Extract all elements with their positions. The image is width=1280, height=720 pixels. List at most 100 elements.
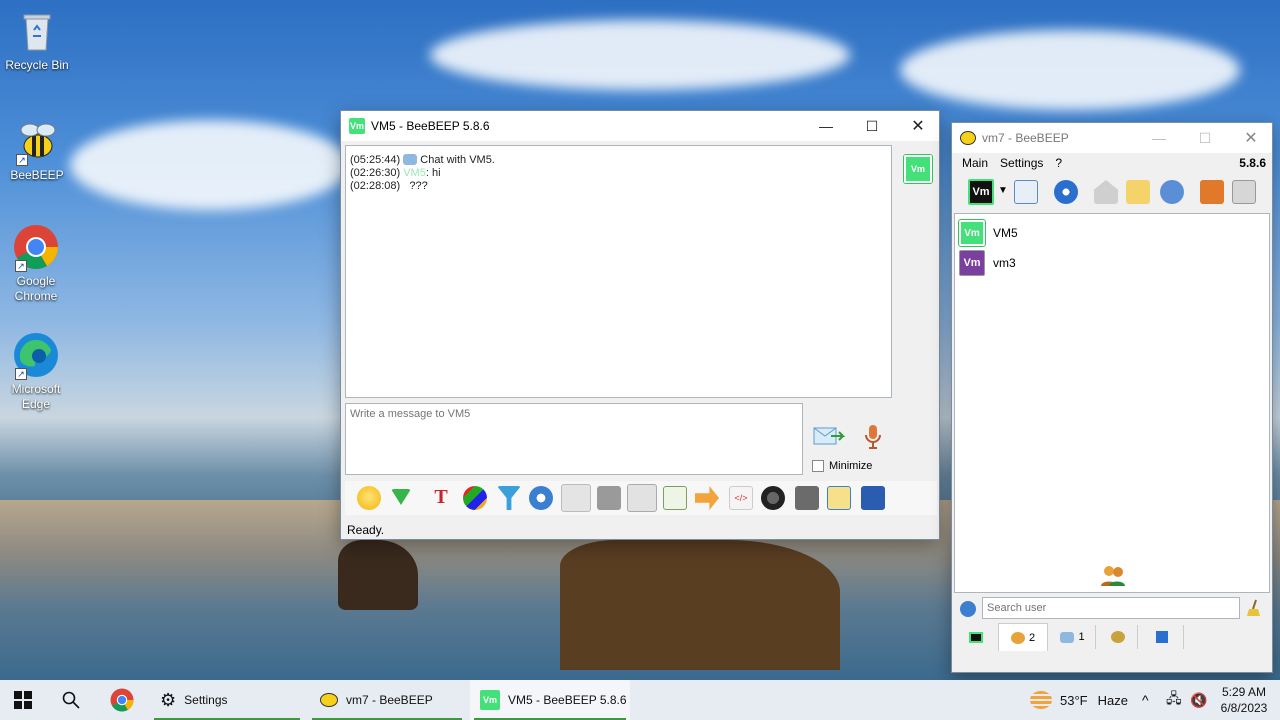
maximize-button[interactable]: ☐ xyxy=(849,111,895,141)
spellcheck-icon[interactable] xyxy=(561,484,591,512)
weather-desc: Haze xyxy=(1097,692,1128,708)
tab-groups[interactable] xyxy=(1098,625,1138,649)
close-button[interactable]: ✕ xyxy=(1228,123,1274,153)
color-icon[interactable] xyxy=(463,486,487,510)
chat-titlebar[interactable]: Vm VM5 - BeeBEEP 5.8.6 — ☐ ✕ xyxy=(341,111,939,141)
send-icon[interactable] xyxy=(813,425,846,447)
emoticon-menu-icon[interactable] xyxy=(391,489,411,505)
filter-icon[interactable] xyxy=(497,486,521,510)
taskbar-vm5[interactable]: Vm VM5 - BeeBEEP 5.8.6 xyxy=(470,680,630,720)
minimize-checkbox-row[interactable]: Minimize xyxy=(812,460,872,472)
app-icon: Vm xyxy=(480,690,500,710)
menu-settings[interactable]: Settings xyxy=(1000,156,1043,170)
edit-icon[interactable] xyxy=(827,486,851,510)
taskbar-vm7[interactable]: vm7 - BeeBEEP xyxy=(308,680,466,720)
save-icon[interactable] xyxy=(861,486,885,510)
haze-weather-icon xyxy=(1030,691,1052,709)
taskbar-label: Settings xyxy=(184,693,228,707)
tab-users[interactable]: 2 xyxy=(998,623,1048,651)
message-input[interactable] xyxy=(345,403,803,475)
home-icon[interactable] xyxy=(1094,180,1118,204)
emoticon-icon[interactable] xyxy=(357,486,381,510)
desktop-icon-label: Google Chrome xyxy=(14,274,58,303)
desktop-icon-label: BeeBEEP xyxy=(10,168,64,182)
message-time: (02:28:08) xyxy=(350,180,401,192)
window-title: vm7 - BeeBEEP xyxy=(982,131,1069,145)
volume-muted-icon[interactable]: 🔇 xyxy=(1190,680,1207,720)
bottom-tabs: 2 1 xyxy=(952,623,1272,651)
close-button[interactable]: ✕ xyxy=(895,111,941,141)
taskbar-settings[interactable]: ⚙ Settings xyxy=(150,680,304,720)
message-history[interactable]: (05:25:44) Chat with VM5. (02:26:30) VM5… xyxy=(345,145,892,398)
main-titlebar[interactable]: vm7 - BeeBEEP — ☐ ✕ xyxy=(952,123,1272,153)
chat-toolbar: T </> xyxy=(345,481,937,515)
message-text: Chat with VM5. xyxy=(420,154,495,166)
user-list-item[interactable]: Vm vm3 xyxy=(959,250,1016,276)
tab-count: 2 xyxy=(1028,631,1036,644)
settings-gear-icon[interactable] xyxy=(529,486,553,510)
desktop-icon-recycle-bin[interactable]: Recycle Bin xyxy=(1,8,73,73)
desktop-icon-beebeep[interactable]: ↗ BeeBEEP xyxy=(1,118,73,183)
cloud xyxy=(430,20,850,90)
broom-icon[interactable] xyxy=(1246,599,1262,617)
tab-count: 1 xyxy=(1078,631,1085,643)
screenshot-icon[interactable] xyxy=(761,486,785,510)
search-button[interactable] xyxy=(62,680,80,720)
minimize-checkbox[interactable] xyxy=(812,460,824,472)
edit-profile-icon[interactable] xyxy=(1014,180,1038,204)
desktop-icon-microsoft-edge[interactable]: ↗ Microsoft Edge xyxy=(0,332,72,412)
microphone-icon[interactable] xyxy=(863,423,883,451)
clear-icon[interactable] xyxy=(795,486,819,510)
menu-help[interactable]: ? xyxy=(1055,156,1062,170)
clock-time: 5:29 AM xyxy=(1221,685,1267,699)
tab-status[interactable] xyxy=(956,625,996,649)
clock[interactable]: 5:29 AM 6/8/2023 xyxy=(1214,680,1274,720)
version-label: 5.8.6 xyxy=(1239,156,1266,170)
chevron-up-icon[interactable]: ^ xyxy=(1142,680,1149,720)
share-icon[interactable] xyxy=(1200,180,1224,204)
menu-bar: Main Settings ? 5.8.6 xyxy=(952,153,1272,173)
font-icon[interactable]: T xyxy=(429,486,453,510)
desktop-icon-google-chrome[interactable]: ↗ Google Chrome xyxy=(0,224,72,304)
chat-user-avatar[interactable]: Vm xyxy=(904,155,932,183)
search-settings-icon[interactable] xyxy=(960,601,976,617)
maximize-button[interactable]: ☐ xyxy=(1182,123,1228,153)
taskbar-chrome[interactable] xyxy=(110,680,134,720)
weather-temp: 53°F xyxy=(1060,692,1088,708)
groups-icon xyxy=(1110,631,1125,643)
message-time: (05:25:44) xyxy=(350,154,401,166)
main-window: vm7 - BeeBEEP — ☐ ✕ Main Settings ? 5.8.… xyxy=(951,122,1273,673)
weather-widget[interactable]: 53°F Haze xyxy=(1030,680,1128,720)
trash-icon[interactable] xyxy=(1232,180,1256,204)
user-status-button[interactable]: Vm xyxy=(968,179,994,205)
user-name: VM5 xyxy=(993,226,1018,240)
tab-shares[interactable] xyxy=(1140,625,1184,649)
note-icon[interactable] xyxy=(1126,180,1150,204)
taskbar-label: VM5 - BeeBEEP 5.8.6 xyxy=(508,693,627,707)
code-icon[interactable]: </> xyxy=(729,486,753,510)
network-icon[interactable] xyxy=(1054,180,1078,204)
start-button[interactable] xyxy=(14,680,32,720)
network-icon[interactable]: 🖧 xyxy=(1166,680,1182,720)
recycle-bin-icon xyxy=(14,8,60,54)
menu-main[interactable]: Main xyxy=(962,156,988,170)
send-folder-icon[interactable] xyxy=(695,486,719,510)
minimize-button[interactable]: — xyxy=(1136,123,1182,153)
tools-icon[interactable] xyxy=(1160,180,1184,204)
minimize-button[interactable]: — xyxy=(803,111,849,141)
search-user-input[interactable] xyxy=(982,597,1240,619)
voice-message-icon[interactable] xyxy=(627,484,657,512)
chrome-icon xyxy=(110,688,134,712)
tab-chats[interactable]: 1 xyxy=(1050,625,1096,649)
chats-icon xyxy=(1060,631,1075,643)
user-list: Vm VM5 Vm vm3 xyxy=(954,213,1270,593)
bee-icon xyxy=(960,131,976,145)
shares-icon xyxy=(1155,631,1168,643)
text-completion-icon[interactable] xyxy=(597,486,621,510)
send-file-icon[interactable] xyxy=(663,486,687,510)
shortcut-arrow-icon: ↗ xyxy=(16,154,28,166)
window-title: VM5 - BeeBEEP 5.8.6 xyxy=(371,119,490,133)
cloud xyxy=(900,30,1240,110)
user-list-item[interactable]: Vm VM5 xyxy=(959,220,1018,246)
chevron-down-icon[interactable]: ▼ xyxy=(998,185,1008,196)
